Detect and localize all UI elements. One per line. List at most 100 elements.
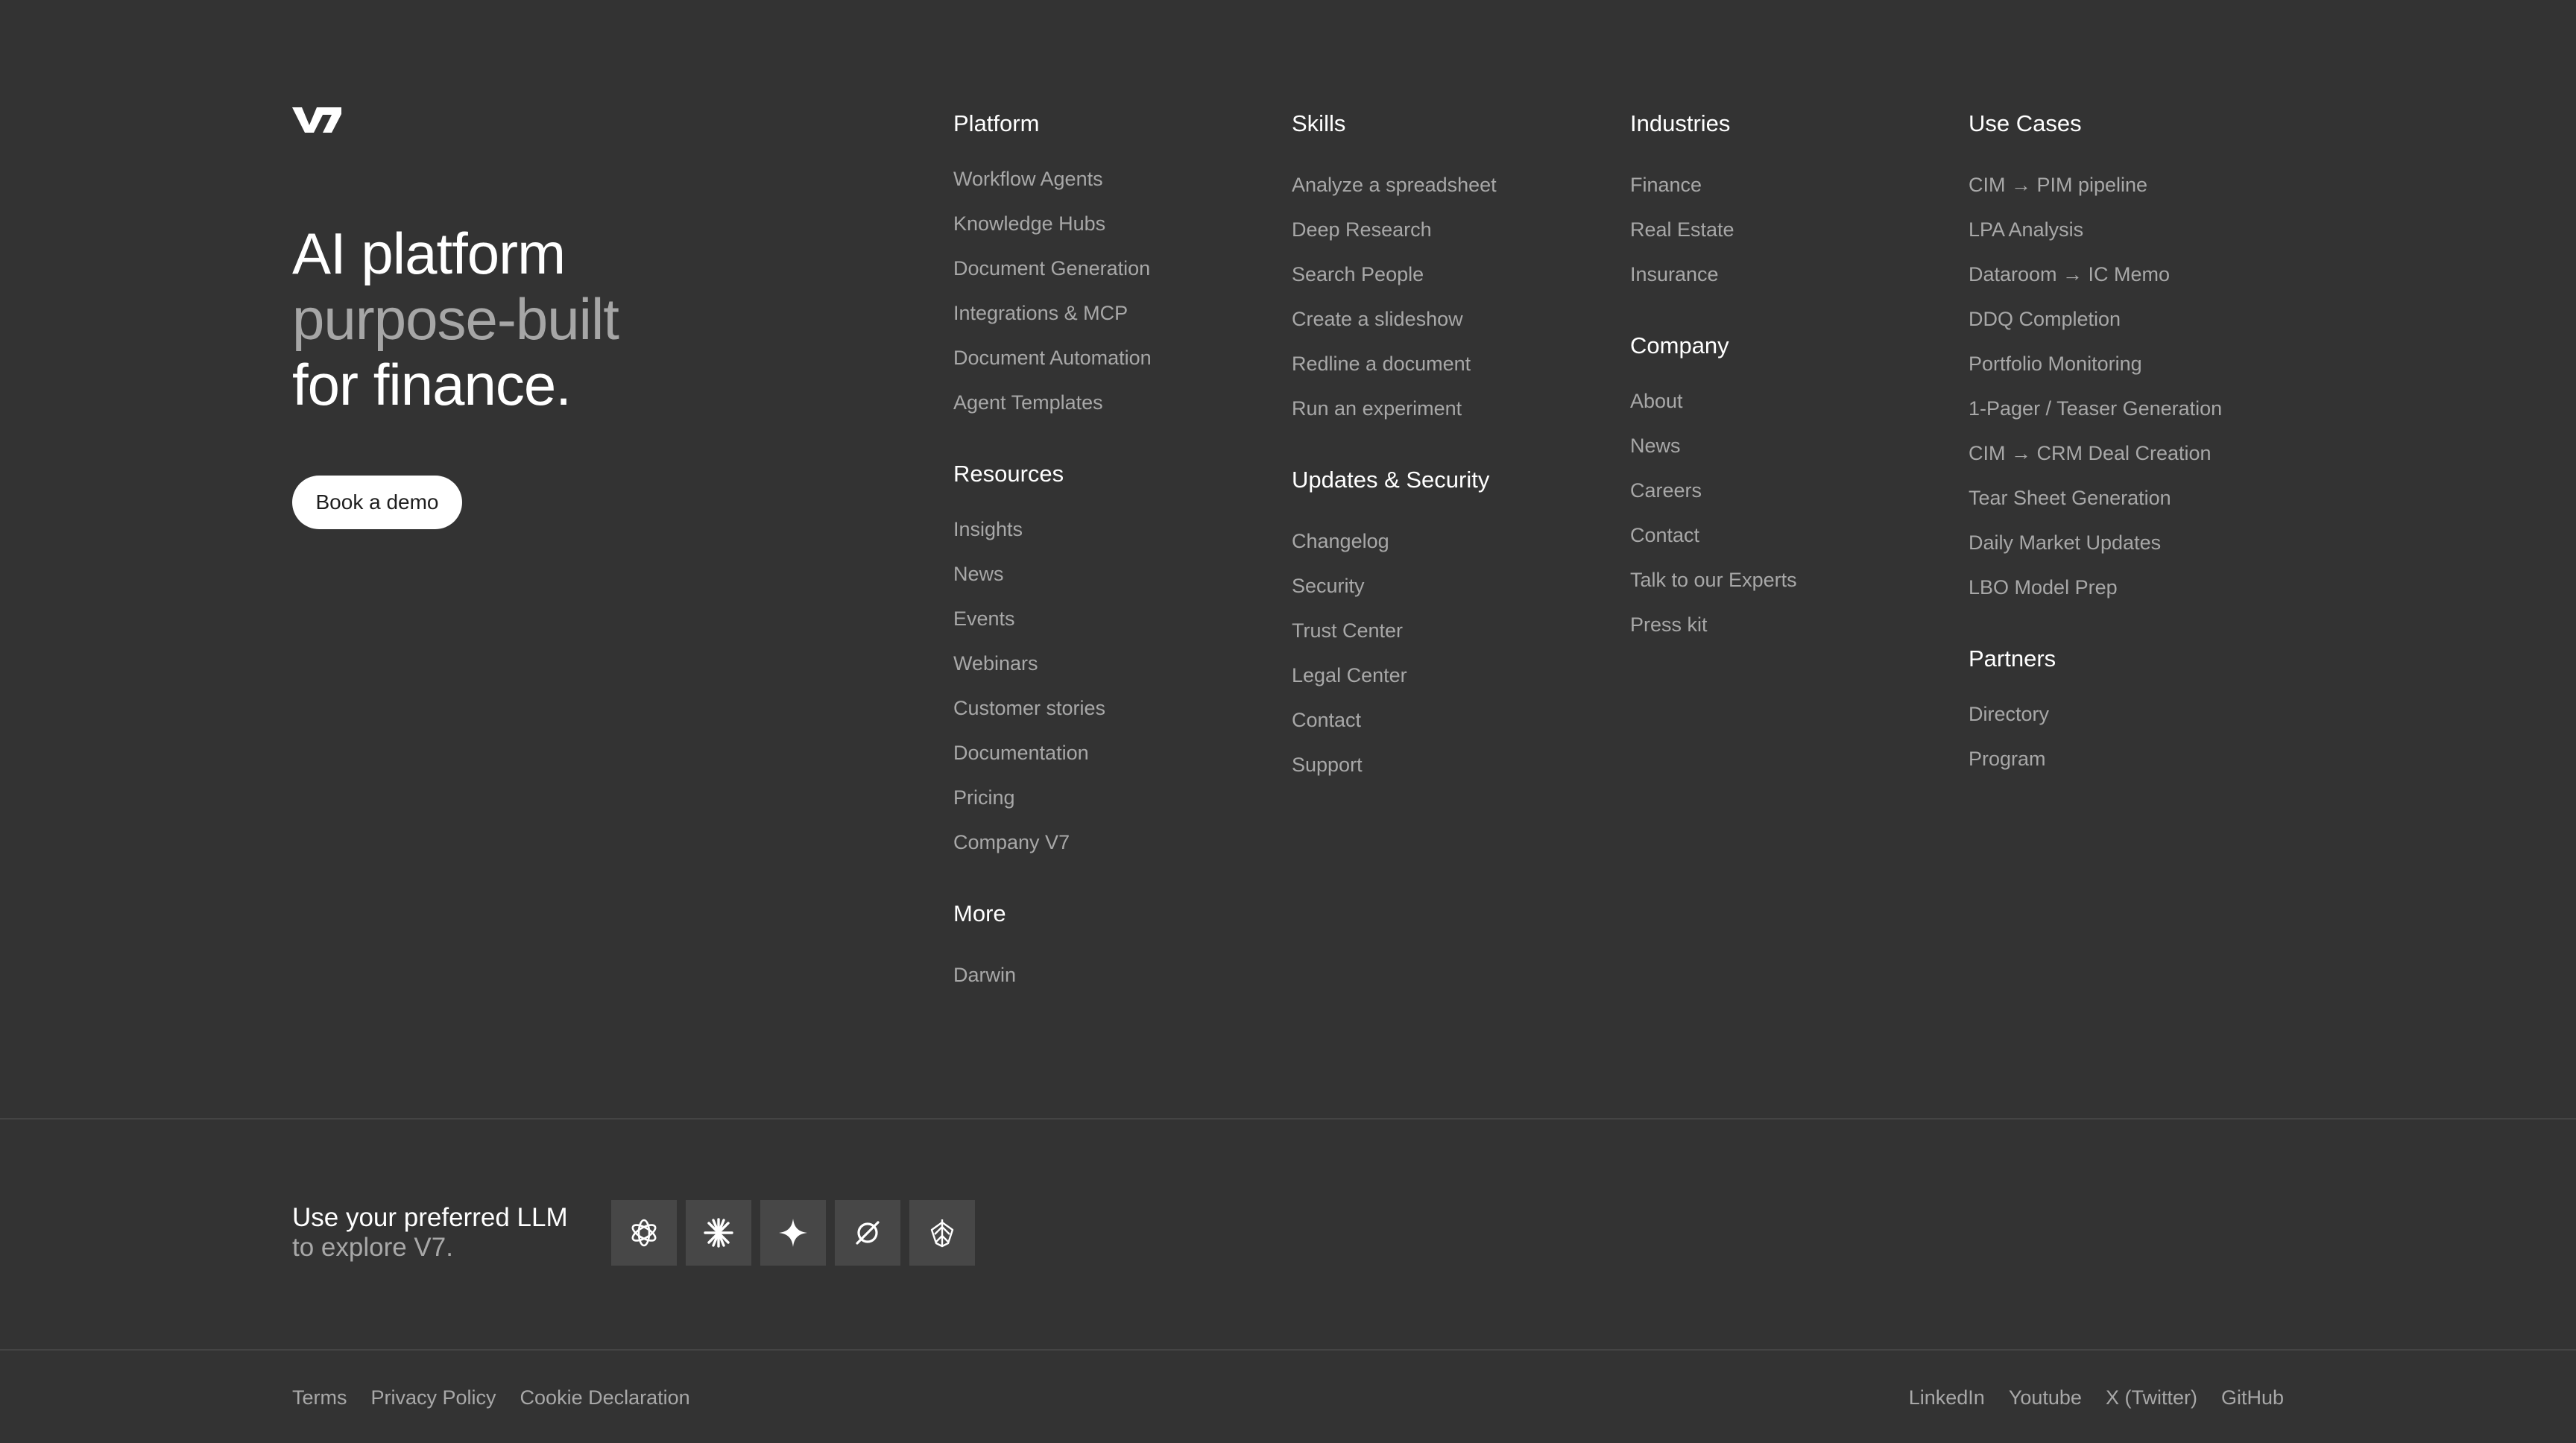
footer-link[interactable]: CIM → PIM pipeline	[1969, 174, 2147, 196]
footer-list-item: News	[1630, 423, 1797, 468]
footer-link[interactable]: Events	[953, 607, 1015, 630]
partners-links: Directory Program	[1969, 692, 2222, 781]
book-demo-button[interactable]: Book a demo	[292, 476, 462, 529]
footer-list-item: Contact	[1630, 513, 1797, 558]
claude-button[interactable]	[686, 1200, 751, 1266]
footer-link[interactable]: Webinars	[953, 652, 1038, 675]
x-twitter-link[interactable]: X (Twitter)	[2106, 1385, 2197, 1410]
cookie-declaration-link[interactable]: Cookie Declaration	[520, 1385, 690, 1410]
grok-button[interactable]	[909, 1200, 975, 1266]
footer-list-item: DDQ Completion	[1969, 297, 2222, 341]
footer-link[interactable]: Support	[1292, 754, 1363, 776]
footer-link[interactable]: 1-Pager / Teaser Generation	[1969, 397, 2222, 420]
terms-link[interactable]: Terms	[292, 1385, 347, 1410]
resources-group: Resources Insights News Events Webinars Cust…	[953, 459, 1152, 865]
footer-link[interactable]: Security	[1292, 575, 1365, 597]
footer-list-item: Company V7	[953, 820, 1152, 865]
footer-list-item: Tear Sheet Generation	[1969, 476, 2222, 520]
claude-icon	[704, 1218, 733, 1248]
footer-link[interactable]: Analyze a spreadsheet	[1292, 174, 1497, 196]
footer-link[interactable]: Insurance	[1630, 263, 1719, 285]
footer-link[interactable]: Search People	[1292, 263, 1424, 285]
footer-link[interactable]: Contact	[1292, 709, 1361, 731]
footer-link[interactable]: Darwin	[953, 964, 1016, 986]
footer-link[interactable]: Finance	[1630, 174, 1702, 196]
footer-list-item: Insights	[953, 507, 1152, 552]
llm-line-1: Use your preferred LLM	[292, 1203, 568, 1232]
footer-list-item: CIM → PIM pipeline	[1969, 162, 2222, 207]
footer-link[interactable]: Deep Research	[1292, 218, 1432, 241]
hero-line-1: AI platform	[292, 221, 566, 286]
company-links: About News Careers Contact Talk to our Exper…	[1630, 379, 1797, 647]
footer-link[interactable]: Portfolio Monitoring	[1969, 353, 2142, 375]
footer-link[interactable]: Agent Templates	[953, 391, 1103, 414]
footer-link[interactable]: Real Estate	[1630, 218, 1734, 241]
footer-link[interactable]: Directory	[1969, 703, 2049, 725]
footer-link[interactable]: Workflow Agents	[953, 168, 1103, 190]
company-group: Company About News Careers Contact Talk to o…	[1630, 331, 1797, 647]
platform-heading: Platform	[953, 110, 1040, 136]
footer-list-item: Finance	[1630, 162, 1797, 207]
footer-link[interactable]: CIM → CRM Deal Creation	[1969, 442, 2212, 464]
footer-link[interactable]: Create a slideshow	[1292, 308, 1463, 330]
footer-link[interactable]: LBO Model Prep	[1969, 576, 2118, 599]
footer-link[interactable]: Careers	[1630, 479, 1702, 502]
footer-link[interactable]: Document Generation	[953, 257, 1150, 280]
linkedin-link[interactable]: LinkedIn	[1909, 1385, 1985, 1410]
skills-heading: Skills	[1292, 110, 1346, 136]
footer-list-item: Search People	[1292, 252, 1497, 297]
footer-list-item: Documentation	[953, 730, 1152, 775]
footer-link[interactable]: Tear Sheet Generation	[1969, 487, 2171, 509]
footer-link[interactable]: Redline a document	[1292, 353, 1471, 375]
footer-list-item: Press kit	[1630, 602, 1797, 647]
footer-link[interactable]: Insights	[953, 518, 1023, 540]
footer-link[interactable]: Program	[1969, 748, 2046, 770]
footer-link[interactable]: Documentation	[953, 742, 1089, 764]
footer-link[interactable]: Run an experiment	[1292, 397, 1462, 420]
footer-link[interactable]: LPA Analysis	[1969, 218, 2083, 241]
privacy-policy-link[interactable]: Privacy Policy	[371, 1385, 496, 1410]
footer-link[interactable]: Trust Center	[1292, 619, 1403, 642]
footer-link[interactable]: Integrations & MCP	[953, 302, 1128, 324]
footer-link[interactable]: Customer stories	[953, 697, 1105, 719]
perplexity-icon	[856, 1221, 880, 1245]
llm-line-2: to explore V7.	[292, 1233, 453, 1262]
footer-list-item: Agent Templates	[953, 380, 1152, 425]
footer-list-item: Talk to our Experts	[1630, 558, 1797, 602]
partners-group: Partners Directory Program	[1969, 644, 2222, 781]
footer-link[interactable]: Legal Center	[1292, 664, 1407, 686]
github-link[interactable]: GitHub	[2221, 1385, 2284, 1410]
hero-heading: AI platform purpose-built for finance.	[292, 221, 619, 417]
llm-icon-row	[611, 1200, 975, 1266]
footer-link[interactable]: About	[1630, 390, 1683, 412]
footer-list-item: Webinars	[953, 641, 1152, 686]
grok-icon	[930, 1219, 954, 1248]
perplexity-button[interactable]	[835, 1200, 900, 1266]
footer-link[interactable]: Dataroom → IC Memo	[1969, 263, 2170, 285]
v7-logo[interactable]	[292, 106, 341, 134]
footer-link[interactable]: Talk to our Experts	[1630, 569, 1797, 591]
footer-link[interactable]: Knowledge Hubs	[953, 212, 1105, 235]
platform-group: Platform Workflow Agents Knowledge Hubs Do…	[953, 109, 1152, 425]
footer-link[interactable]: Daily Market Updates	[1969, 531, 2161, 554]
footer-link[interactable]: DDQ Completion	[1969, 308, 2121, 330]
openai-button[interactable]	[611, 1200, 677, 1266]
footer-link[interactable]: Contact	[1630, 524, 1699, 546]
footer-link[interactable]: Changelog	[1292, 530, 1389, 552]
footer-link[interactable]: News	[953, 563, 1004, 585]
footer-link[interactable]: Company V7	[953, 831, 1070, 853]
footer-link[interactable]: News	[1630, 435, 1681, 457]
youtube-link[interactable]: Youtube	[2009, 1385, 2082, 1410]
footer-list-item: Directory	[1969, 692, 2222, 736]
footer-column-3: Industries Finance Real Estate Insurance C…	[1630, 109, 1797, 647]
footer-list-item: Security	[1292, 563, 1497, 608]
footer-link[interactable]: Press kit	[1630, 613, 1708, 636]
gemini-button[interactable]	[760, 1200, 826, 1266]
footer-link[interactable]: Document Automation	[953, 347, 1152, 369]
partners-heading: Partners	[1969, 645, 2056, 672]
footer-list-item: Careers	[1630, 468, 1797, 513]
footer-list-item: About	[1630, 379, 1797, 423]
footer-link[interactable]: Pricing	[953, 786, 1015, 809]
footer-list-item: Support	[1292, 742, 1497, 787]
social-links: LinkedIn Youtube X (Twitter) GitHub	[1909, 1385, 2284, 1410]
